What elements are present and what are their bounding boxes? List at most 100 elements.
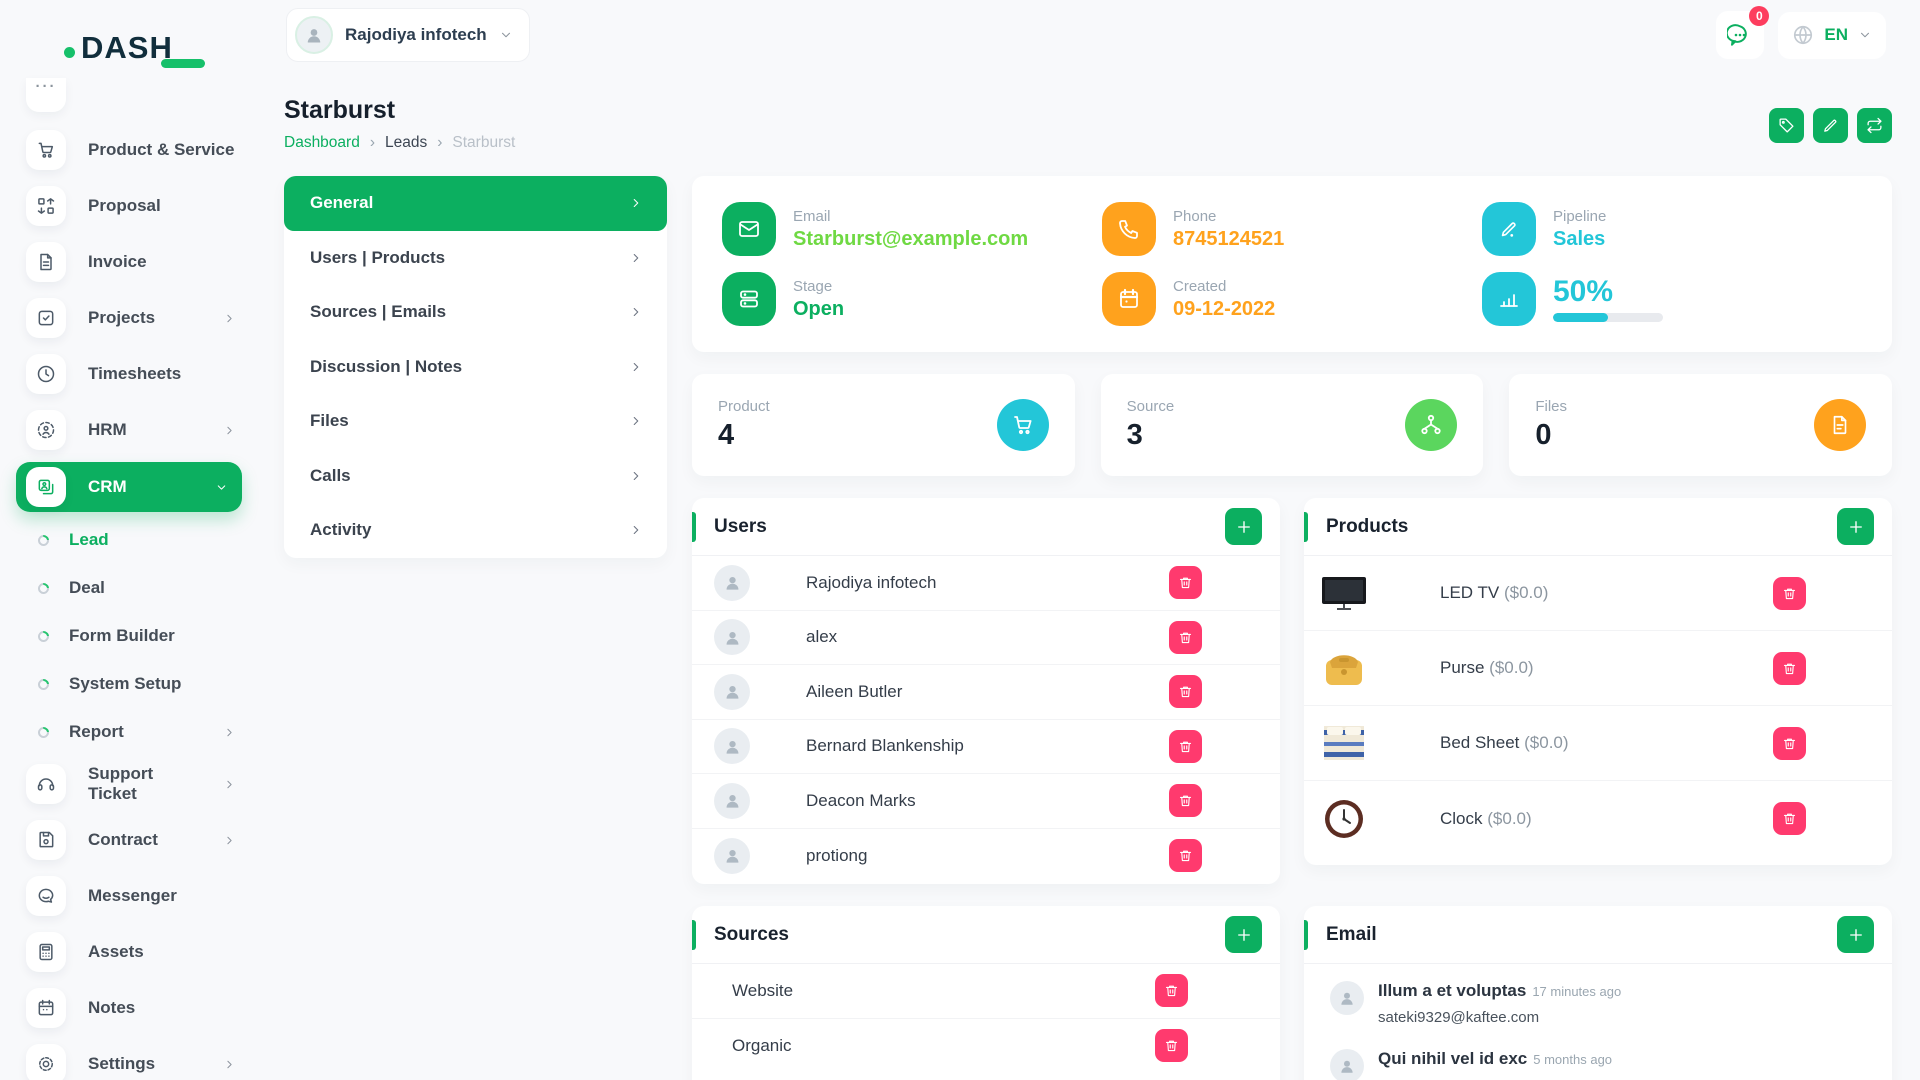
stat-label: Files xyxy=(1535,398,1567,415)
product-image-clock xyxy=(1320,798,1368,840)
card-accent-bar xyxy=(1304,512,1308,542)
tab-label: Files xyxy=(310,411,349,431)
sidebar-item-hrm[interactable]: HRM xyxy=(0,402,252,458)
sidebar-item-invoice[interactable]: Invoice xyxy=(0,234,252,290)
sidebar-item-label: Timesheets xyxy=(88,364,181,384)
sidebar-item-contract[interactable]: Contract xyxy=(0,812,252,868)
sidebar-item-assets[interactable]: Assets xyxy=(0,924,252,980)
sidebar-subitem-label: Form Builder xyxy=(69,626,175,646)
tab-label: Sources | Emails xyxy=(310,302,446,322)
add-source-button[interactable] xyxy=(1225,916,1262,953)
delete-product-button[interactable] xyxy=(1773,577,1806,610)
page-title: Starburst xyxy=(284,96,515,125)
convert-button[interactable] xyxy=(1857,108,1892,143)
tab-general[interactable]: General xyxy=(284,176,667,231)
products-card-title: Products xyxy=(1326,516,1408,538)
sidebar-item-timesheets[interactable]: Timesheets xyxy=(0,346,252,402)
delete-source-button[interactable] xyxy=(1155,974,1188,1007)
product-name: Bed Sheet xyxy=(1440,733,1519,752)
breadcrumb-leads[interactable]: Leads xyxy=(385,134,427,152)
cart-icon xyxy=(997,399,1049,451)
delete-user-button[interactable] xyxy=(1169,730,1202,763)
user-name: alex xyxy=(806,627,837,647)
repeat-arrows-icon xyxy=(1866,117,1883,134)
overview-field-label: Email xyxy=(793,208,1028,225)
sidebar-item-notes[interactable]: Notes xyxy=(0,980,252,1036)
sidebar-item-support-ticket[interactable]: Support Ticket xyxy=(0,756,252,812)
floppy-disk-icon xyxy=(26,820,66,860)
breadcrumb-separator: › xyxy=(370,134,375,152)
product-name: Purse xyxy=(1440,658,1484,677)
delete-user-button[interactable] xyxy=(1169,621,1202,654)
overview-pipeline: Pipeline Sales xyxy=(1482,202,1862,256)
file-icon xyxy=(1814,399,1866,451)
add-email-button[interactable] xyxy=(1837,916,1874,953)
topbar: Rajodiya infotech 0 EN xyxy=(252,0,1920,70)
sidebar-item-settings[interactable]: Settings xyxy=(0,1036,252,1080)
calendar-icon xyxy=(1102,272,1156,326)
sidebar-subitem-lead[interactable]: Lead xyxy=(0,516,252,564)
sidebar-subitem-report[interactable]: Report xyxy=(0,708,252,756)
delete-user-button[interactable] xyxy=(1169,566,1202,599)
chat-bubble-icon xyxy=(26,876,66,916)
plus-icon xyxy=(1847,926,1865,944)
tab-calls[interactable]: Calls xyxy=(284,449,667,504)
email-subject: Illum a et voluptas xyxy=(1378,981,1526,1000)
sidebar-item-product-service[interactable]: Product & Service xyxy=(0,122,252,178)
document-icon xyxy=(26,242,66,282)
sidebar-item-label: CRM xyxy=(88,477,127,497)
chevron-right-icon xyxy=(629,360,643,374)
sources-card-title: Sources xyxy=(714,924,789,946)
sidebar-subitem-form-builder[interactable]: Form Builder xyxy=(0,612,252,660)
add-user-button[interactable] xyxy=(1225,508,1262,545)
messages-button[interactable]: 0 xyxy=(1716,11,1764,59)
tab-label: Discussion | Notes xyxy=(310,357,462,377)
plus-icon xyxy=(1235,926,1253,944)
workspace-switcher[interactable]: Rajodiya infotech xyxy=(286,8,530,62)
delete-user-button[interactable] xyxy=(1169,839,1202,872)
overview-field-label: Phone xyxy=(1173,208,1284,225)
product-row: LED TV ($0.0) xyxy=(1304,556,1892,631)
bullet-ring-icon xyxy=(36,628,51,643)
labels-button[interactable] xyxy=(1769,108,1804,143)
sidebar: DASH ··· Product & Service Proposal Invo… xyxy=(0,0,252,1080)
breadcrumb-dashboard[interactable]: Dashboard xyxy=(284,134,360,152)
sitemap-icon xyxy=(1405,399,1457,451)
tab-label: Activity xyxy=(310,520,371,540)
check-square-icon xyxy=(26,298,66,338)
chevron-down-icon xyxy=(1858,28,1872,42)
delete-source-button[interactable] xyxy=(1155,1029,1188,1062)
overview-field-label: Created xyxy=(1173,278,1275,295)
tab-discussion-notes[interactable]: Discussion | Notes xyxy=(284,340,667,395)
chevron-right-icon xyxy=(223,424,236,437)
sidebar-item-projects[interactable]: Projects xyxy=(0,290,252,346)
sidebar-item-messenger[interactable]: Messenger xyxy=(0,868,252,924)
tab-activity[interactable]: Activity xyxy=(284,503,667,558)
tab-users-products[interactable]: Users | Products xyxy=(284,231,667,286)
sidebar-item-crm[interactable]: CRM xyxy=(16,462,242,512)
overview-phone-value: 8745124521 xyxy=(1173,228,1284,251)
brand-logo[interactable]: DASH xyxy=(0,0,252,70)
add-product-button[interactable] xyxy=(1837,508,1874,545)
sidebar-subitem-deal[interactable]: Deal xyxy=(0,564,252,612)
card-accent-bar xyxy=(692,512,696,542)
sidebar-item-proposal[interactable]: Proposal xyxy=(0,178,252,234)
product-price: ($0.0) xyxy=(1487,809,1531,828)
sidebar-subitem-system-setup[interactable]: System Setup xyxy=(0,660,252,708)
trash-icon xyxy=(1164,1038,1179,1053)
delete-product-button[interactable] xyxy=(1773,802,1806,835)
tab-files[interactable]: Files xyxy=(284,394,667,449)
delete-product-button[interactable] xyxy=(1773,652,1806,685)
topbar-right: 0 EN xyxy=(1716,11,1920,59)
edit-button[interactable] xyxy=(1813,108,1848,143)
language-selector[interactable]: EN xyxy=(1778,12,1886,59)
delete-user-button[interactable] xyxy=(1169,784,1202,817)
chevron-down-icon xyxy=(499,28,513,42)
product-row: Purse ($0.0) xyxy=(1304,631,1892,706)
notification-badge: 0 xyxy=(1749,6,1769,26)
stat-value: 0 xyxy=(1535,419,1567,452)
pencil-icon xyxy=(1482,202,1536,256)
delete-user-button[interactable] xyxy=(1169,675,1202,708)
tab-sources-emails[interactable]: Sources | Emails xyxy=(284,285,667,340)
delete-product-button[interactable] xyxy=(1773,727,1806,760)
